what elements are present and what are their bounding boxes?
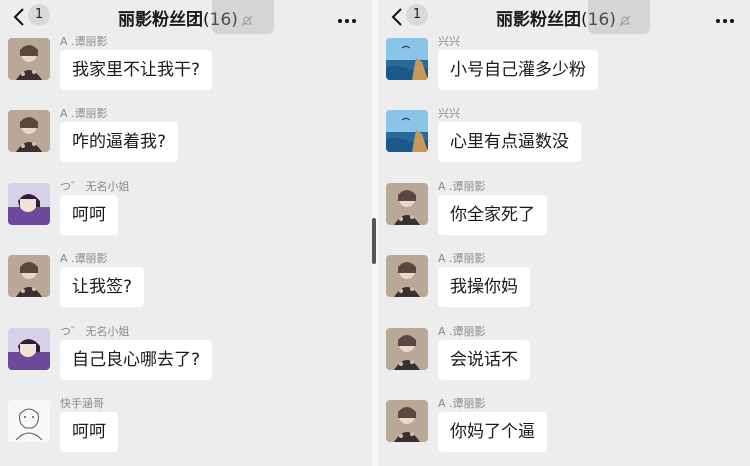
avatar[interactable] bbox=[386, 38, 428, 80]
avatar[interactable] bbox=[386, 328, 428, 370]
avatar[interactable] bbox=[8, 110, 50, 152]
sender-name: A .谭丽影 bbox=[60, 35, 108, 48]
avatar[interactable] bbox=[386, 183, 428, 225]
avatar[interactable] bbox=[8, 255, 50, 297]
message-item: A .谭丽影 会说话不 bbox=[378, 320, 750, 390]
sender-name: A .谭丽影 bbox=[438, 325, 486, 338]
scrollbar[interactable] bbox=[372, 218, 376, 264]
sender-name: A .谭丽影 bbox=[438, 397, 486, 410]
screen-overlay bbox=[588, 0, 650, 34]
sender-name: A .谭丽影 bbox=[60, 107, 108, 120]
message-item: つ゛ 无名小姐 呵呵 bbox=[0, 175, 372, 245]
screen-overlay bbox=[212, 0, 274, 34]
message-bubble[interactable]: 呵呵 bbox=[60, 195, 118, 235]
chat-panel-left: 1 丽影粉丝团(16) A .谭丽影 我家里不让我干? A .谭丽影 咋的逼着我… bbox=[0, 0, 372, 466]
more-options-icon[interactable] bbox=[714, 10, 736, 23]
sender-name: 兴兴 bbox=[438, 35, 460, 48]
message-item: A .谭丽影 让我签? bbox=[0, 247, 372, 317]
chat-header: 1 丽影粉丝团(16) bbox=[0, 0, 372, 34]
chat-title: 丽影粉丝团(16) bbox=[0, 5, 372, 30]
avatar[interactable] bbox=[8, 183, 50, 225]
message-item: A .谭丽影 你全家死了 bbox=[378, 175, 750, 245]
message-item: 兴兴 小号自己灌多少粉 bbox=[378, 30, 750, 100]
sender-name: 兴兴 bbox=[438, 107, 460, 120]
message-bubble[interactable]: 你妈了个逼 bbox=[438, 412, 547, 452]
message-bubble[interactable]: 我操你妈 bbox=[438, 267, 530, 307]
message-item: A .谭丽影 咋的逼着我? bbox=[0, 102, 372, 172]
chat-header: 1 丽影粉丝团(16) bbox=[378, 0, 750, 34]
message-bubble[interactable]: 自己良心哪去了? bbox=[60, 340, 213, 380]
sender-name: A .谭丽影 bbox=[438, 252, 486, 265]
avatar[interactable] bbox=[8, 38, 50, 80]
sender-name: つ゛ 无名小姐 bbox=[60, 180, 130, 193]
message-bubble[interactable]: 心里有点逼数没 bbox=[438, 122, 581, 162]
message-item: 兴兴 心里有点逼数没 bbox=[378, 102, 750, 172]
message-bubble[interactable]: 会说话不 bbox=[438, 340, 530, 380]
sender-name: A .谭丽影 bbox=[438, 180, 486, 193]
message-item: A .谭丽影 我操你妈 bbox=[378, 247, 750, 317]
sender-name: つ゛ 无名小姐 bbox=[60, 325, 130, 338]
message-item: A .谭丽影 你妈了个逼 bbox=[378, 392, 750, 462]
message-bubble[interactable]: 呵呵 bbox=[60, 412, 118, 452]
message-item: つ゛ 无名小姐 自己良心哪去了? bbox=[0, 320, 372, 390]
chat-panel-right: 1 丽影粉丝团(16) 兴兴 小号自己灌多少粉 兴兴 心里有点逼数没 A .谭丽… bbox=[378, 0, 750, 466]
sender-name: 快手涵哥 bbox=[60, 397, 104, 410]
avatar[interactable] bbox=[386, 400, 428, 442]
group-name: 丽影粉丝团 bbox=[496, 10, 582, 30]
more-options-icon[interactable] bbox=[336, 10, 358, 23]
message-item: A .谭丽影 我家里不让我干? bbox=[0, 30, 372, 100]
message-bubble[interactable]: 小号自己灌多少粉 bbox=[438, 50, 598, 90]
message-bubble[interactable]: 咋的逼着我? bbox=[60, 122, 179, 162]
avatar[interactable] bbox=[8, 328, 50, 370]
avatar[interactable] bbox=[386, 255, 428, 297]
message-bubble[interactable]: 让我签? bbox=[60, 267, 145, 307]
chat-title: 丽影粉丝团(16) bbox=[378, 5, 750, 30]
message-item: 快手涵哥 呵呵 bbox=[0, 392, 372, 462]
sender-name: A .谭丽影 bbox=[60, 252, 108, 265]
group-name: 丽影粉丝团 bbox=[118, 10, 204, 30]
avatar[interactable] bbox=[8, 400, 50, 442]
avatar[interactable] bbox=[386, 110, 428, 152]
message-bubble[interactable]: 我家里不让我干? bbox=[60, 50, 213, 90]
message-bubble[interactable]: 你全家死了 bbox=[438, 195, 547, 235]
